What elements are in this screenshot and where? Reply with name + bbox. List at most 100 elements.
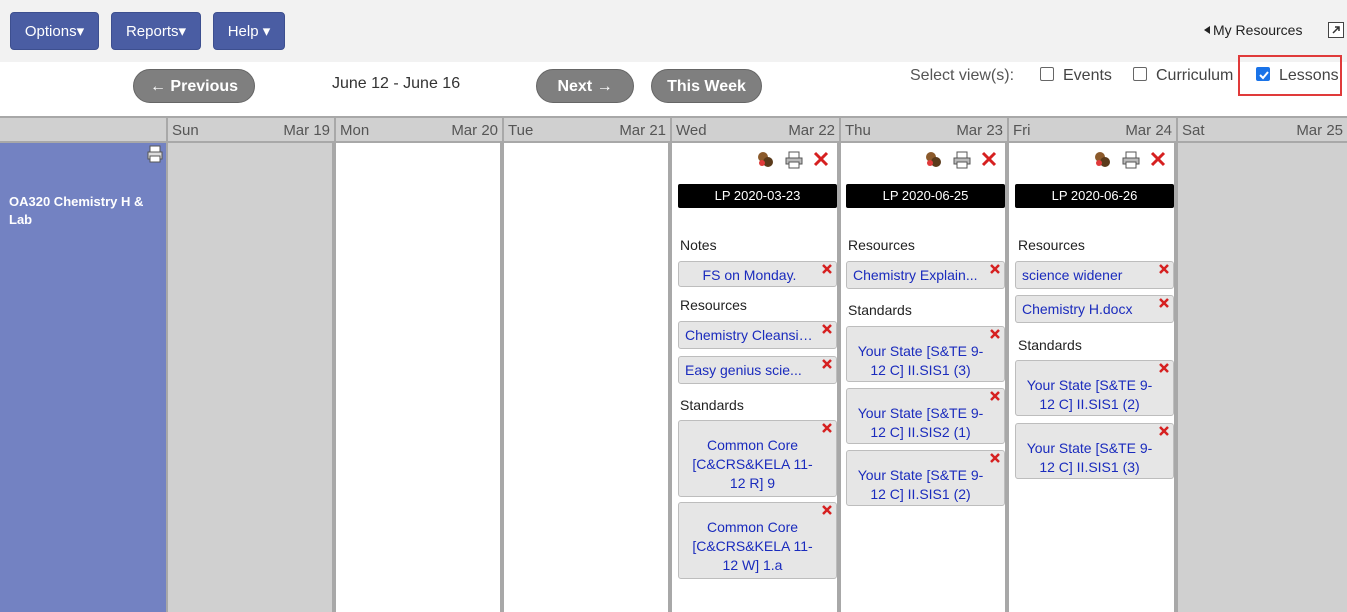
day-cell-sat[interactable] (1176, 143, 1347, 612)
standard-item[interactable]: Your State [S&TE 9-12 C] II.SIS1 (2) (1015, 360, 1174, 416)
delete-icon[interactable] (990, 453, 1000, 463)
delete-lesson-icon[interactable] (1150, 151, 1166, 167)
caret-left-icon (1204, 26, 1210, 34)
expand-icon[interactable] (1328, 22, 1344, 38)
my-resources-link[interactable]: My Resources (1204, 22, 1302, 38)
standard-text: Your State [S&TE 9-12 C] II.SIS1 (3) (1026, 440, 1153, 475)
next-button[interactable]: Next → (536, 69, 634, 103)
course-name[interactable]: OA320 Chemistry H & Lab (9, 193, 159, 229)
delete-icon[interactable] (1159, 298, 1169, 308)
top-menu-bar: Options▾ Reports▾ Help ▾ My Resources (0, 0, 1347, 62)
delete-icon[interactable] (822, 359, 832, 369)
print-icon[interactable] (784, 151, 804, 169)
resource-link[interactable]: Easy genius scie... (685, 362, 814, 378)
resource-link[interactable]: Chemistry Cleansing... (685, 327, 814, 343)
lesson-actions (672, 151, 837, 171)
copy-lesson-icon[interactable] (1092, 151, 1112, 169)
resource-link[interactable]: Chemistry Explain... (853, 267, 982, 283)
options-menu-button[interactable]: Options▾ (10, 12, 99, 50)
week-navigation: ← Previous June 12 - June 16 Next → This… (0, 55, 1347, 116)
copy-lesson-icon[interactable] (755, 151, 775, 169)
day-name: Fri (1013, 122, 1031, 139)
day-date: Mar 23 (956, 122, 1003, 139)
day-date: Mar 24 (1125, 122, 1172, 139)
standard-text: Your State [S&TE 9-12 C] II.SIS1 (3) (857, 343, 984, 378)
standard-item[interactable]: Your State [S&TE 9-12 C] II.SIS1 (3) (846, 326, 1005, 382)
copy-lesson-icon[interactable] (923, 151, 943, 169)
this-week-button[interactable]: This Week (651, 69, 762, 103)
note-text: FS on Monday. (702, 267, 797, 283)
delete-lesson-icon[interactable] (813, 151, 829, 167)
standard-text: Your State [S&TE 9-12 C] II.SIS1 (2) (1026, 377, 1153, 412)
day-cell-fri[interactable]: LP 2020-06-26 Resources science widener … (1007, 143, 1176, 612)
day-name: Sat (1182, 122, 1205, 139)
lessons-checkbox[interactable] (1256, 67, 1270, 81)
day-cell-tue[interactable] (502, 143, 670, 612)
day-date: Mar 25 (1296, 122, 1343, 139)
lesson-actions (1009, 151, 1174, 171)
day-header-sat: Sat Mar 25 (1176, 116, 1347, 143)
resources-heading: Resources (848, 237, 915, 253)
resource-item[interactable]: Chemistry Explain... (846, 261, 1005, 289)
lessons-label: Lessons (1279, 67, 1339, 84)
checkmark-icon (1259, 71, 1269, 80)
delete-icon[interactable] (1159, 264, 1169, 274)
course-column: OA320 Chemistry H & Lab (0, 143, 166, 612)
help-menu-button[interactable]: Help ▾ (213, 12, 285, 50)
day-cell-sun[interactable] (166, 143, 334, 612)
day-date: Mar 20 (451, 122, 498, 139)
date-range: June 12 - June 16 (332, 75, 461, 92)
print-icon[interactable] (1121, 151, 1141, 169)
delete-icon[interactable] (990, 329, 1000, 339)
resource-item[interactable]: Easy genius scie... (678, 356, 837, 384)
standards-heading: Standards (680, 397, 744, 413)
events-checkbox[interactable] (1040, 67, 1054, 81)
lesson-title[interactable]: LP 2020-06-26 (1015, 184, 1174, 208)
day-date: Mar 19 (283, 122, 330, 139)
standard-item[interactable]: Common Core [C&CRS&KELA 11-12 R] 9 (678, 420, 837, 497)
note-item[interactable]: FS on Monday. (678, 261, 837, 287)
day-date: Mar 21 (619, 122, 666, 139)
print-icon[interactable] (952, 151, 972, 169)
curriculum-checkbox[interactable] (1133, 67, 1147, 81)
delete-icon[interactable] (1159, 426, 1169, 436)
day-cell-mon[interactable] (334, 143, 502, 612)
day-header-tue: Tue Mar 21 (502, 116, 670, 143)
day-name: Thu (845, 122, 871, 139)
standard-text: Common Core [C&CRS&KELA 11-12 R] 9 (692, 437, 813, 491)
standards-heading: Standards (848, 302, 912, 318)
reports-menu-button[interactable]: Reports▾ (111, 12, 201, 50)
delete-icon[interactable] (990, 264, 1000, 274)
standard-text: Common Core [C&CRS&KELA 11-12 W] 1.a (692, 519, 813, 573)
delete-icon[interactable] (1159, 363, 1169, 373)
delete-icon[interactable] (822, 505, 832, 515)
lesson-title[interactable]: LP 2020-06-25 (846, 184, 1005, 208)
delete-lesson-icon[interactable] (981, 151, 997, 167)
lesson-title[interactable]: LP 2020-03-23 (678, 184, 837, 208)
my-resources-label: My Resources (1213, 22, 1303, 38)
resource-link[interactable]: Chemistry H.docx (1022, 301, 1151, 317)
delete-icon[interactable] (822, 264, 832, 274)
resource-item[interactable]: science widener (1015, 261, 1174, 289)
standard-item[interactable]: Your State [S&TE 9-12 C] II.SIS2 (1) (846, 388, 1005, 444)
standard-item[interactable]: Your State [S&TE 9-12 C] II.SIS1 (2) (846, 450, 1005, 506)
curriculum-label: Curriculum (1156, 67, 1234, 84)
resources-heading: Resources (1018, 237, 1085, 253)
standard-item[interactable]: Your State [S&TE 9-12 C] II.SIS1 (3) (1015, 423, 1174, 479)
previous-button[interactable]: ← Previous (133, 69, 255, 103)
delete-icon[interactable] (822, 324, 832, 334)
day-cell-thu[interactable]: LP 2020-06-25 Resources Chemistry Explai… (839, 143, 1007, 612)
resource-item[interactable]: Chemistry Cleansing... (678, 321, 837, 349)
resource-link[interactable]: science widener (1022, 267, 1151, 283)
standard-item[interactable]: Common Core [C&CRS&KELA 11-12 W] 1.a (678, 502, 837, 579)
resource-item[interactable]: Chemistry H.docx (1015, 295, 1174, 323)
day-header-thu: Thu Mar 23 (839, 116, 1007, 143)
day-header-fri: Fri Mar 24 (1007, 116, 1176, 143)
print-icon[interactable] (147, 145, 163, 163)
events-label: Events (1063, 67, 1112, 84)
day-header-wed: Wed Mar 22 (670, 116, 839, 143)
delete-icon[interactable] (990, 391, 1000, 401)
day-cell-wed[interactable]: LP 2020-03-23 Notes FS on Monday. Resour… (670, 143, 839, 612)
delete-icon[interactable] (822, 423, 832, 433)
notes-heading: Notes (680, 237, 717, 253)
